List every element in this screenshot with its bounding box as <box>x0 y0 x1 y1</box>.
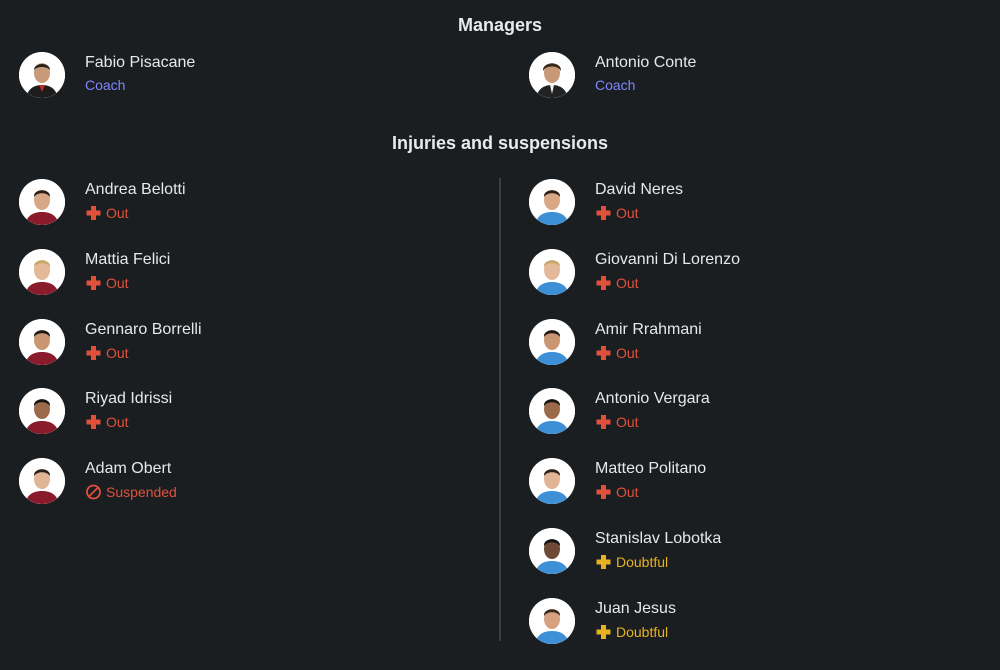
red-cross-icon <box>595 205 616 221</box>
player-status: Out <box>595 345 639 361</box>
player-status: Out <box>85 275 129 291</box>
manager-home[interactable]: Fabio Pisacane Coach <box>19 52 439 100</box>
player-status: Suspended <box>85 484 177 500</box>
player-status: Out <box>595 484 639 500</box>
avatar <box>529 458 575 505</box>
status-label: Out <box>106 344 129 361</box>
manager-name[interactable]: Fabio Pisacane <box>85 54 195 72</box>
avatar <box>19 458 65 505</box>
avatar <box>19 52 65 98</box>
player-name[interactable]: Matteo Politano <box>595 460 706 478</box>
red-cross-icon <box>85 414 106 430</box>
injuries-heading: Injuries and suspensions <box>391 133 609 153</box>
player-name[interactable]: Riyad Idrissi <box>85 390 172 408</box>
avatar <box>19 388 65 435</box>
status-label: Out <box>616 344 639 361</box>
player-status: Doubtful <box>595 624 668 640</box>
status-label: Out <box>616 414 639 431</box>
player-name[interactable]: Stanislav Lobotka <box>595 530 721 548</box>
injured-player[interactable]: Mattia Felici Out <box>19 248 439 297</box>
injured-player[interactable]: Andrea Belotti Out <box>19 179 439 227</box>
player-status: Doubtful <box>595 554 668 570</box>
avatar <box>529 528 575 574</box>
player-status: Out <box>595 205 639 221</box>
injured-player[interactable]: Gennaro Borrelli Out <box>19 318 439 367</box>
red-cross-icon <box>85 275 106 291</box>
player-name[interactable]: Antonio Vergara <box>595 390 710 408</box>
status-label: Out <box>616 484 639 501</box>
player-name[interactable]: Giovanni Di Lorenzo <box>595 251 740 269</box>
yellow-cross-icon <box>595 554 616 570</box>
injured-player[interactable]: Adam Obert Suspended <box>19 458 439 506</box>
player-status: Out <box>595 275 639 291</box>
injured-player[interactable]: Stanislav Lobotka Doubtful <box>529 528 949 576</box>
status-label: Doubtful <box>616 554 669 570</box>
player-name[interactable]: Juan Jesus <box>595 600 676 618</box>
red-cross-icon <box>595 484 616 500</box>
yellow-cross-icon <box>595 624 616 640</box>
injured-player[interactable]: Riyad Idrissi Out <box>19 388 439 436</box>
manager-name[interactable]: Antonio Conte <box>595 54 696 72</box>
manager-role: Coach <box>595 77 636 93</box>
avatar <box>19 179 65 225</box>
injured-player[interactable]: Giovanni Di Lorenzo Out <box>529 248 949 297</box>
status-label: Out <box>616 205 639 221</box>
player-name[interactable]: Adam Obert <box>85 460 171 478</box>
player-status: Out <box>85 205 129 221</box>
status-label: Doubtful <box>616 623 669 640</box>
red-cross-icon <box>85 205 106 221</box>
player-status: Out <box>85 414 129 430</box>
column-divider <box>499 178 501 641</box>
avatar <box>529 52 575 98</box>
injured-player[interactable]: Antonio Vergara Out <box>529 388 949 436</box>
player-status: Out <box>595 414 639 430</box>
player-name[interactable]: Amir Rrahmani <box>595 321 702 339</box>
ban-icon <box>85 484 106 500</box>
injured-player[interactable]: David Neres Out <box>529 179 949 227</box>
red-cross-icon <box>595 414 616 430</box>
avatar <box>529 248 575 295</box>
injured-player[interactable]: Matteo Politano Out <box>529 458 949 506</box>
managers-heading: Managers <box>457 15 543 35</box>
injured-player[interactable]: Amir Rrahmani Out <box>529 318 949 367</box>
player-status: Out <box>85 345 129 361</box>
avatar <box>529 318 575 365</box>
manager-role: Coach <box>85 77 126 93</box>
manager-away[interactable]: Antonio Conte Coach <box>529 52 949 100</box>
player-name[interactable]: Gennaro Borrelli <box>85 321 202 339</box>
player-name[interactable]: Andrea Belotti <box>85 181 186 199</box>
status-label: Out <box>106 414 129 431</box>
injured-player[interactable]: Juan Jesus Doubtful <box>529 597 949 646</box>
avatar <box>529 388 575 435</box>
avatar <box>529 179 575 225</box>
red-cross-icon <box>85 345 106 361</box>
status-label: Out <box>106 274 129 291</box>
status-label: Suspended <box>106 484 177 501</box>
player-name[interactable]: Mattia Felici <box>85 251 170 269</box>
red-cross-icon <box>595 275 616 291</box>
red-cross-icon <box>595 345 616 361</box>
status-label: Out <box>616 274 639 291</box>
avatar <box>529 597 575 644</box>
status-label: Out <box>106 205 129 221</box>
avatar <box>19 248 65 295</box>
avatar <box>19 318 65 365</box>
player-name[interactable]: David Neres <box>595 181 683 199</box>
